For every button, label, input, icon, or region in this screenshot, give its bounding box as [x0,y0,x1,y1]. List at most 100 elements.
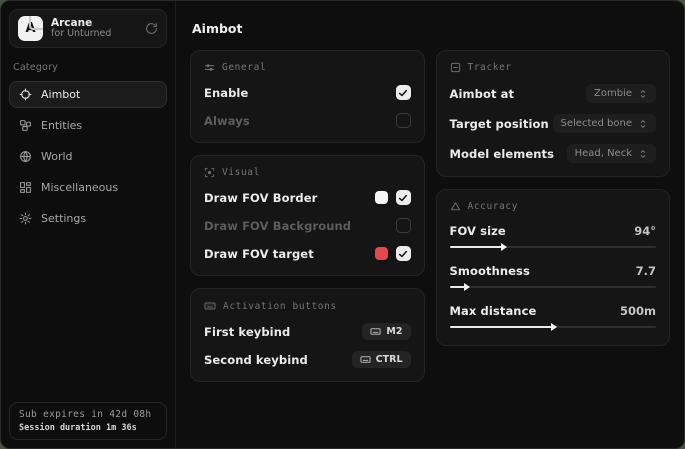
enable-checkbox[interactable] [396,85,411,100]
setting-row: FOV size 94° [450,224,657,252]
keybind-value: M2 [386,326,402,337]
setting-row: Aimbot at Zombie [450,84,657,103]
card-title: Activation buttons [223,301,337,312]
target-position-select[interactable]: Selected bone [553,114,656,133]
sidebar-item-label: Aimbot [41,88,80,101]
refresh-icon[interactable] [145,22,158,35]
brand-logo: A [18,16,43,41]
sidebar-item-aimbot[interactable]: Aimbot [9,81,167,108]
select-value: Head, Neck [575,148,632,159]
sidebar-item-settings[interactable]: Settings [9,205,167,232]
setting-row: Draw FOV target [204,245,411,262]
sidebar: A Arcane for Unturned Category Aimbot [1,1,176,448]
sidebar-item-label: World [41,150,73,163]
sidebar-item-label: Miscellaneous [41,181,118,194]
setting-label: Target position [450,117,549,131]
setting-row: Smoothness 7.7 [450,264,657,292]
setting-label: Always [204,114,250,128]
chevrons-up-down-icon [638,149,648,159]
keyboard-icon [360,354,371,365]
fov-size-value: 94° [634,224,656,238]
setting-row: Model elements Head, Neck [450,144,657,163]
setting-label: Model elements [450,147,555,161]
fov-target-checkbox[interactable] [396,246,411,261]
sidebar-item-label: Settings [41,212,86,225]
select-value: Zombie [594,88,632,99]
max-distance-value: 500m [620,304,656,318]
fov-target-color-swatch[interactable] [375,247,388,260]
card-title: Tracker [468,62,512,73]
setting-row: Draw FOV Border [204,189,411,206]
fov-border-color-swatch[interactable] [375,191,388,204]
setting-label: Aimbot at [450,87,515,101]
fov-background-checkbox[interactable] [396,218,411,233]
card-title: Accuracy [468,201,519,212]
keyboard-icon [204,300,216,312]
setting-label: Enable [204,86,248,100]
main-content: Aimbot General [176,1,684,448]
setting-label: First keybind [204,325,290,339]
second-keybind-button[interactable]: CTRL [352,351,411,368]
slider-thumb[interactable] [501,243,507,251]
triangle-icon [450,201,461,212]
setting-label: Smoothness [450,264,530,278]
gear-icon [19,212,32,225]
setting-label: FOV size [450,224,506,238]
category-label: Category [13,62,163,73]
select-value: Selected bone [561,118,632,129]
setting-row: Target position Selected bone [450,114,657,133]
setting-row: Draw FOV Background [204,217,411,234]
keyboard-icon [370,326,381,337]
accuracy-card: Accuracy FOV size 94° [436,189,671,346]
card-title: General [222,62,266,73]
sidebar-nav: Aimbot Entities World [9,81,167,232]
activation-card: Activation buttons First keybind M2 [190,288,425,382]
sidebar-item-miscellaneous[interactable]: Miscellaneous [9,174,167,201]
max-distance-slider[interactable] [450,322,657,332]
subscription-status: Sub expires in 42d 08h Session duration … [9,402,167,440]
boxes-icon [19,119,32,132]
square-dash-icon [450,62,461,73]
first-keybind-button[interactable]: M2 [362,323,410,340]
setting-row: First keybind M2 [204,323,411,340]
app-window: A Arcane for Unturned Category Aimbot [0,0,685,449]
slider-thumb[interactable] [551,323,557,331]
smoothness-slider[interactable] [450,282,657,292]
sidebar-item-label: Entities [41,119,82,132]
setting-label: Second keybind [204,353,308,367]
scan-eye-icon [204,167,215,178]
smoothness-value: 7.7 [636,264,656,278]
page-title: Aimbot [192,21,670,36]
setting-label: Max distance [450,304,537,318]
sidebar-item-world[interactable]: World [9,143,167,170]
setting-row: Enable [204,84,411,101]
aimbot-at-select[interactable]: Zombie [586,84,656,103]
sub-expiry-text: Sub expires in 42d 08h [19,409,157,420]
brand-card: A Arcane for Unturned [9,9,167,48]
chevrons-up-down-icon [638,119,648,129]
model-elements-select[interactable]: Head, Neck [567,144,656,163]
grid-icon [19,181,32,194]
setting-row: Second keybind CTRL [204,351,411,368]
sliders-icon [204,62,215,73]
globe-icon [19,150,32,163]
sidebar-item-entities[interactable]: Entities [9,112,167,139]
setting-row: Max distance 500m [450,304,657,332]
general-card: General Enable Always [190,50,425,143]
card-title: Visual [222,167,260,178]
keybind-value: CTRL [376,354,403,365]
setting-label: Draw FOV Border [204,191,317,205]
chevrons-up-down-icon [638,89,648,99]
tracker-card: Tracker Aimbot at Zombie [436,50,671,177]
setting-row: Always [204,112,411,129]
visual-card: Visual Draw FOV Border Draw FOV Backgrou… [190,155,425,276]
always-checkbox[interactable] [396,113,411,128]
fov-border-checkbox[interactable] [396,190,411,205]
setting-label: Draw FOV Background [204,219,351,233]
session-duration-text: Session duration 1m 36s [19,423,157,433]
crosshair-icon [19,88,32,101]
slider-thumb[interactable] [464,283,470,291]
fov-size-slider[interactable] [450,242,657,252]
setting-label: Draw FOV target [204,247,314,261]
brand-subtitle: for Unturned [51,29,137,40]
